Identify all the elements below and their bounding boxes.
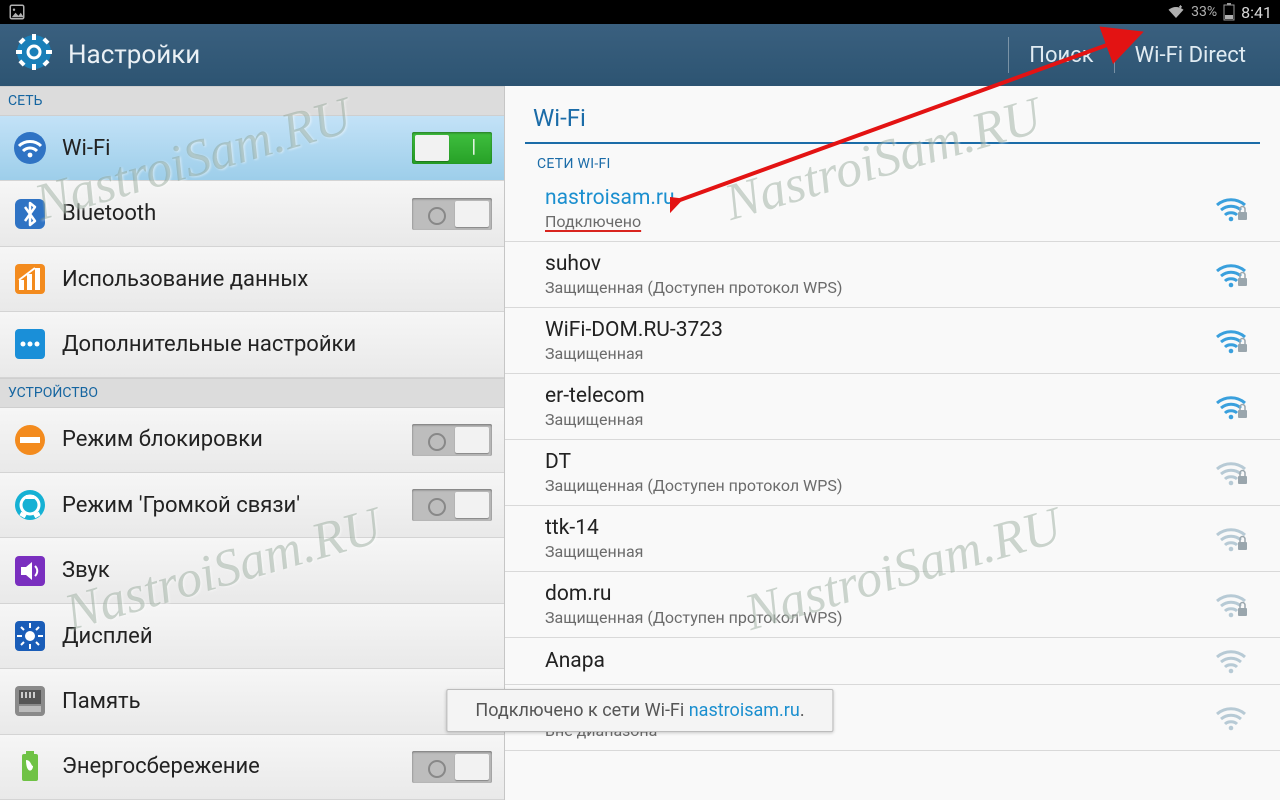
wifi-signal-icon bbox=[1214, 526, 1248, 552]
settings-gear-icon bbox=[14, 32, 54, 79]
blocking-mode-toggle[interactable] bbox=[412, 424, 492, 456]
wifi-network-item[interactable]: DT Защищенная (Доступен протокол WPS) bbox=[505, 440, 1280, 506]
sidebar-item-display[interactable]: Дисплей bbox=[0, 604, 504, 669]
network-status: Защищенная (Доступен протокол WPS) bbox=[545, 278, 1214, 297]
wifi-network-item[interactable]: Anapa bbox=[505, 638, 1280, 685]
sidebar-item-label: Энергосбережение bbox=[62, 754, 398, 779]
network-name: Anapa bbox=[545, 649, 1214, 673]
wifi-signal-icon bbox=[1214, 592, 1248, 618]
wifi-network-item[interactable]: WiFi-DOM.RU-3723 Защищенная bbox=[505, 308, 1280, 374]
wifi-signal-icon bbox=[1214, 328, 1248, 354]
wifi-direct-button[interactable]: Wi-Fi Direct bbox=[1114, 37, 1266, 73]
network-status: Защищенная bbox=[545, 344, 1214, 363]
sidebar-item-label: Wi-Fi bbox=[62, 136, 398, 161]
network-name: DT bbox=[545, 450, 1214, 474]
wifi-signal-icon bbox=[1214, 394, 1248, 420]
wifi-signal-icon bbox=[1214, 262, 1248, 288]
wifi-network-item[interactable]: er-telecom Защищенная bbox=[505, 374, 1280, 440]
more-icon bbox=[12, 326, 48, 362]
data-usage-icon bbox=[12, 261, 48, 297]
bluetooth-toggle[interactable] bbox=[412, 198, 492, 230]
blocking-mode-icon bbox=[12, 422, 48, 458]
search-button[interactable]: Поиск bbox=[1008, 37, 1113, 73]
sidebar-item-label: Дополнительные настройки bbox=[62, 332, 492, 357]
network-status: Защищенная bbox=[545, 410, 1214, 429]
network-name: WiFi-DOM.RU-3723 bbox=[545, 318, 1214, 342]
wifi-icon bbox=[12, 130, 48, 166]
wifi-network-item[interactable]: dom.ru Защищенная (Доступен протокол WPS… bbox=[505, 572, 1280, 638]
sidebar-item-label: Память bbox=[62, 689, 492, 714]
network-name: er-telecom bbox=[545, 384, 1214, 408]
sidebar-item-storage[interactable]: Память bbox=[0, 669, 504, 734]
sidebar-item-label: Звук bbox=[62, 558, 492, 583]
network-status: Защищенная (Доступен протокол WPS) bbox=[545, 608, 1214, 627]
network-name: ttk-14 bbox=[545, 516, 1214, 540]
sidebar-item-label: Bluetooth bbox=[62, 201, 398, 226]
network-status: Защищенная bbox=[545, 542, 1214, 561]
wifi-status-icon bbox=[1167, 5, 1185, 19]
sidebar-item-wifi[interactable]: Wi-Fi bbox=[0, 116, 504, 181]
display-icon bbox=[12, 618, 48, 654]
bluetooth-icon bbox=[12, 196, 48, 232]
battery-icon bbox=[1223, 3, 1235, 21]
sidebar-item-power-saving[interactable]: Энергосбережение bbox=[0, 735, 504, 800]
network-name: dom.ru bbox=[545, 582, 1214, 606]
action-bar: Настройки Поиск Wi-Fi Direct bbox=[0, 24, 1280, 86]
settings-category-list: СЕТЬ Wi-Fi Bluetooth Использование данны… bbox=[0, 86, 505, 800]
power-saving-toggle[interactable] bbox=[412, 751, 492, 783]
wifi-network-item[interactable]: nastroisam.ru Подключено bbox=[505, 176, 1280, 242]
toast-connected: Подключено к сети Wi-Fi nastroisam.ru. bbox=[446, 689, 833, 732]
hands-free-toggle[interactable] bbox=[412, 489, 492, 521]
wifi-signal-icon bbox=[1214, 705, 1248, 731]
sidebar-item-label: Режим блокировки bbox=[62, 427, 398, 452]
wifi-network-item[interactable]: suhov Защищенная (Доступен протокол WPS) bbox=[505, 242, 1280, 308]
sidebar-item-label: Дисплей bbox=[62, 624, 492, 649]
network-name: nastroisam.ru bbox=[545, 186, 1214, 210]
wifi-toggle[interactable] bbox=[412, 132, 492, 164]
hands-free-icon bbox=[12, 487, 48, 523]
sidebar-item-more-settings[interactable]: Дополнительные настройки bbox=[0, 312, 504, 377]
status-bar: 33% 8:41 bbox=[0, 0, 1280, 24]
wifi-signal-icon bbox=[1214, 460, 1248, 486]
network-name: suhov bbox=[545, 252, 1214, 276]
wifi-panel-title: Wi-Fi bbox=[505, 86, 1280, 142]
network-status: Защищенная (Доступен протокол WPS) bbox=[545, 476, 1214, 495]
sidebar-item-data-usage[interactable]: Использование данных bbox=[0, 247, 504, 312]
section-device: УСТРОЙСТВО bbox=[0, 378, 504, 408]
storage-icon bbox=[12, 683, 48, 719]
network-status: Подключено bbox=[545, 212, 1214, 231]
notification-image-icon bbox=[8, 3, 26, 21]
sidebar-item-bluetooth[interactable]: Bluetooth bbox=[0, 181, 504, 246]
settings-title: Настройки bbox=[68, 40, 200, 70]
sidebar-item-sound[interactable]: Звук bbox=[0, 538, 504, 603]
wifi-network-item[interactable]: ttk-14 Защищенная bbox=[505, 506, 1280, 572]
section-network: СЕТЬ bbox=[0, 86, 504, 116]
wifi-networks-header: СЕТИ WI-FI bbox=[505, 144, 1280, 176]
sidebar-item-blocking-mode[interactable]: Режим блокировки bbox=[0, 408, 504, 473]
sidebar-item-hands-free[interactable]: Режим 'Громкой связи' bbox=[0, 473, 504, 538]
wifi-signal-icon bbox=[1214, 196, 1248, 222]
sound-icon bbox=[12, 553, 48, 589]
wifi-signal-icon bbox=[1214, 648, 1248, 674]
sidebar-item-label: Использование данных bbox=[62, 267, 492, 292]
power-saving-icon bbox=[12, 749, 48, 785]
sidebar-item-label: Режим 'Громкой связи' bbox=[62, 493, 398, 518]
battery-percent: 33% bbox=[1191, 4, 1217, 20]
clock: 8:41 bbox=[1241, 3, 1272, 22]
